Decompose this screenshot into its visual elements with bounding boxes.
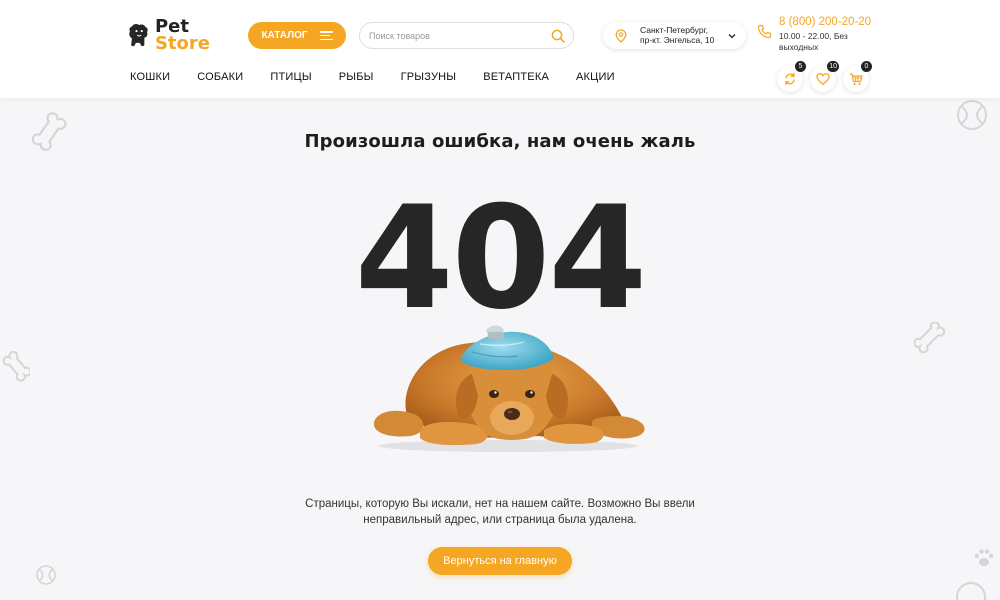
search-input[interactable] (369, 30, 551, 41)
error-title: Произошла ошибка, нам очень жаль (304, 131, 696, 152)
favorites-count-badge: 10 (827, 61, 839, 72)
compare-count-badge: 5 (795, 61, 806, 72)
phone-number[interactable]: 8 (800) 200-20-20 (779, 16, 871, 28)
cart-icon (850, 73, 863, 86)
working-hours: 10.00 - 22.00, Без выходных (779, 31, 848, 52)
logo[interactable]: Pet Store (128, 15, 210, 55)
nav-item-sales[interactable]: АКЦИИ (576, 71, 615, 83)
location-pin-icon (615, 28, 627, 43)
ball-icon (36, 565, 56, 585)
paw-icon (974, 549, 994, 566)
compare-button[interactable]: 5 (777, 61, 806, 92)
catalog-button[interactable]: КАТАЛОГ (248, 22, 346, 49)
back-home-button[interactable]: Вернуться на главную (428, 547, 572, 575)
error-code: 404 (354, 176, 647, 341)
error-description-line2: неправильный адрес, или страница была уд… (363, 514, 637, 526)
burger-icon (319, 31, 333, 40)
cart-count-badge: 0 (861, 61, 872, 72)
nav-item-dogs[interactable]: СОБАКИ (197, 71, 243, 83)
nav-item-cats[interactable]: КОШКИ (130, 71, 170, 83)
error-description-line1: Страницы, которую Вы искали, нет на наше… (305, 498, 695, 510)
main-nav: КОШКИ СОБАКИ ПТИЦЫ РЫБЫ ГРЫЗУНЫ ВЕТАПТЕК… (130, 71, 642, 83)
logo-text: Pet Store (154, 18, 210, 54)
nav-item-fish[interactable]: РЫБЫ (339, 71, 374, 83)
location-selector[interactable]: Санкт-Петербург, пр-кт. Энгельса, 10 (603, 22, 746, 49)
compare-icon (785, 72, 795, 86)
error-description: Страницы, которую Вы искали, нет на наше… (0, 496, 1000, 528)
search-box (359, 22, 574, 49)
favorites-button[interactable]: 10 (810, 61, 839, 92)
bone-icon (2, 350, 30, 382)
location-text: Санкт-Петербург, пр-кт. Энгельса, 10 (640, 25, 728, 45)
nav-item-birds[interactable]: ПТИЦЫ (270, 71, 311, 83)
cart-button[interactable]: 0 (843, 61, 872, 92)
ball-icon (957, 100, 987, 130)
search-icon[interactable] (551, 29, 565, 43)
phone-icon (757, 24, 772, 39)
site-header: Pet Store КАТАЛОГ Санкт-Петербург, пр-кт… (0, 0, 1000, 98)
logo-text-store: Store (154, 33, 210, 54)
catalog-button-label: КАТАЛОГ (261, 30, 308, 41)
ball-icon (956, 582, 986, 600)
sick-dog-illustration (373, 325, 645, 452)
nav-item-vet-pharmacy[interactable]: ВЕТАПТЕКА (483, 71, 549, 83)
heart-icon (816, 73, 830, 86)
nav-item-rodents[interactable]: ГРЫЗУНЫ (401, 71, 457, 83)
chevron-down-icon (728, 33, 736, 38)
location-address: пр-кт. Энгельса, 10 (640, 34, 715, 45)
logo-dog-icon (129, 24, 148, 47)
